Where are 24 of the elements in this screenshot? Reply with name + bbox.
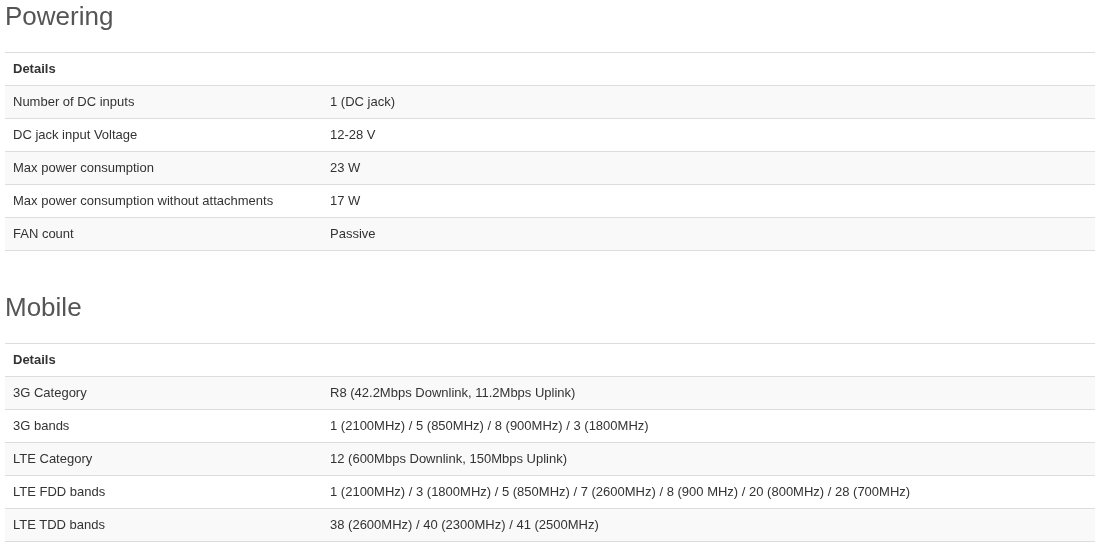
row-label: LTE TDD bands [13,517,105,533]
row-value: 38 (2600MHz) / 40 (2300MHz) / 41 (2500MHz) [330,517,599,533]
table-header: Details [13,352,56,368]
row-label: DC jack input Voltage [13,127,138,143]
row-label: LTE FDD bands [13,484,106,500]
row-value: R8 (42.2Mbps Downlink, 11.2Mbps Uplink) [330,385,576,401]
row-value: 17 W [330,193,361,209]
section-title: Powering [5,0,114,33]
row-value: 1 (2100MHz) / 5 (850MHz) / 8 (900MHz) / 3 (1800MHz) [330,418,649,434]
row-value: 23 W [330,160,361,176]
row-label: FAN count [13,226,74,242]
row-label: Number of DC inputs [13,94,135,110]
row-label: LTE Category [13,451,93,467]
row-value: Passive [330,226,376,242]
row-label: Max power consumption [13,160,154,176]
row-label: Max power consumption without attachments [13,193,274,209]
row-label: 3G bands [13,418,70,434]
row-value: 12 (600Mbps Downlink, 150Mbps Uplink) [330,451,567,467]
table-header: Details [13,61,56,77]
section-title: Mobile [5,291,82,324]
row-value: 1 (2100MHz) / 3 (1800MHz) / 5 (850MHz) / 7 (2600MHz) / 8 (900 MHz) / 20 (800MHz) / 28 (700MHz) [330,484,911,500]
row-value: 1 (DC jack) [330,94,395,110]
row-value: 12-28 V [330,127,376,143]
row-label: 3G Category [13,385,87,401]
